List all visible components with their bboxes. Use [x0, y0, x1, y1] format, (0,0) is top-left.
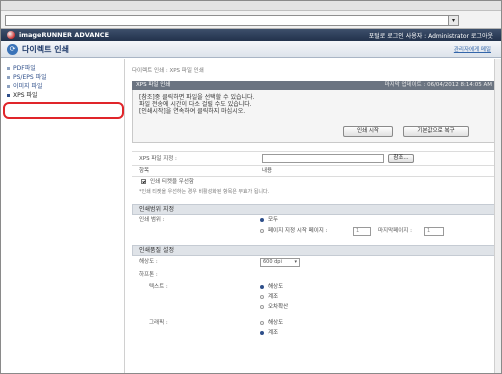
selection-highlight: [3, 102, 124, 119]
ticket-row: 인쇄 티켓을 우선함: [132, 176, 496, 187]
text-resolution-option[interactable]: 해상도: [260, 283, 283, 292]
text-error-diffusion-option[interactable]: 오차확산: [260, 303, 288, 312]
column-header-row: 항목 내용: [132, 165, 496, 176]
address-bar: ▾: [1, 11, 501, 29]
text-halftone-row: 텍스트 : 해상도 계조 오차확산: [132, 281, 496, 314]
sidebar-item-ps-eps[interactable]: PS/EPS 파일: [1, 73, 124, 82]
brand-logo-icon: [7, 31, 15, 39]
ticket-note: *인쇄 티켓을 우선하는 경우 비활성화된 항목은 무효가 됩니다.: [139, 189, 270, 195]
halftone-row: 하프톤 :: [132, 270, 496, 281]
brand-bar: imageRUNNER ADVANCE 포털로 로그인 사용자 : Admini…: [1, 29, 501, 41]
sidebar-item-xps[interactable]: XPS 파일: [1, 91, 124, 100]
browser-window: ▾ imageRUNNER ADVANCE 포털로 로그인 사용자 : Admi…: [0, 0, 502, 374]
print-range-section: 인쇄범위 지정: [132, 204, 496, 215]
last-update: 마지막 업데이트 : 06/04/2012 8:14:05 AM: [384, 82, 492, 88]
ticket-note-row: *인쇄 티켓을 우선하는 경우 비활성화된 항목은 무효가 됩니다.: [132, 187, 496, 198]
sidebar-item-pdf[interactable]: PDF파일: [1, 64, 124, 73]
address-input[interactable]: ▾: [5, 15, 459, 26]
bullet-icon: [7, 85, 10, 88]
halftone-label: 하프톤 :: [139, 272, 158, 278]
text-error-diffusion-radio[interactable]: [260, 304, 264, 309]
range-label: 인쇄 범위 :: [139, 217, 165, 223]
message-line: [인쇄시작]을 연속하여 클릭하지 마십시오.: [139, 108, 246, 115]
range-all-option[interactable]: 모두: [260, 216, 278, 225]
text-label: 텍스트 :: [149, 284, 168, 290]
resolution-row: 해상도 : 600 dpi ▾: [132, 256, 496, 270]
breadcrumb: 다이렉트 인쇄 : XPS 파일 인쇄: [132, 68, 204, 74]
text-gradation-radio[interactable]: [260, 294, 264, 299]
panel-header: XPS 파일 인쇄 마지막 업데이트 : 06/04/2012 8:14:05 …: [132, 81, 496, 90]
resolution-label: 해상도 :: [139, 259, 158, 265]
resolution-select[interactable]: 600 dpi ▾: [260, 258, 300, 267]
graphics-gradation-radio[interactable]: [260, 330, 264, 335]
graphics-label: 그래픽 :: [149, 320, 168, 326]
print-range-row: 인쇄 범위 : 모두 페이지 지정 시작 페이지 : 1 마지막페이지 : 1: [132, 215, 496, 239]
message-box: [참조]중 클릭하면 파일을 선택할 수 있습니다. 파일 전송에 시간이 다소…: [132, 90, 496, 143]
range-end-input[interactable]: 1: [424, 227, 444, 236]
ticket-label: 인쇄 티켓을 우선함: [150, 179, 194, 185]
print-quality-section: 인쇄품질 설정: [132, 245, 496, 256]
col-content-header: 내용: [262, 168, 273, 174]
file-select-row: XPS 파일 지정 : 참조...: [132, 151, 496, 165]
message-line: [참조]중 클릭하면 파일을 선택할 수 있습니다.: [139, 94, 255, 101]
range-end-label: 마지막페이지 :: [378, 228, 412, 234]
graphics-resolution-option[interactable]: 해상도: [260, 319, 283, 328]
chevron-down-icon: ▾: [294, 259, 297, 265]
sidebar: PDF파일 PS/EPS 파일 이미지 파일 XPS 파일: [1, 59, 125, 373]
page-title-bar: ⟳ 다이렉트 인쇄 관리자에게 메일: [1, 41, 501, 58]
range-pages-radio[interactable]: [260, 228, 264, 233]
print-start-button[interactable]: 인쇄 시작: [343, 126, 393, 137]
file-path-input[interactable]: [262, 154, 384, 163]
brand-name: imageRUNNER ADVANCE: [19, 31, 110, 39]
admin-mail-link[interactable]: 관리자에게 메일: [454, 45, 491, 53]
address-dropdown-icon[interactable]: ▾: [448, 15, 459, 26]
graphics-halftone-row: 그래픽 : 해상도 계조: [132, 318, 496, 342]
page-title: 다이렉트 인쇄: [22, 45, 69, 54]
range-pages-option[interactable]: 페이지 지정 시작 페이지 :: [260, 227, 327, 236]
browser-top-bar: [1, 1, 501, 11]
range-all-radio[interactable]: [260, 217, 264, 222]
file-label: XPS 파일 지정 :: [139, 156, 177, 162]
reset-defaults-button[interactable]: 기본값으로 복구: [403, 126, 469, 137]
col-item-header: 항목: [139, 168, 150, 174]
range-start-input[interactable]: 1: [353, 227, 371, 236]
bullet-icon: [7, 94, 10, 97]
text-gradation-option[interactable]: 계조: [260, 293, 278, 302]
message-line: 파일 전송에 시간이 다소 걸릴 수도 있습니다.: [139, 101, 252, 108]
graphics-gradation-option[interactable]: 계조: [260, 329, 278, 338]
browse-button[interactable]: 참조...: [388, 154, 414, 163]
direct-print-icon: ⟳: [7, 44, 18, 55]
sidebar-item-image[interactable]: 이미지 파일: [1, 82, 124, 91]
bullet-icon: [7, 76, 10, 79]
panel-title: XPS 파일 인쇄: [136, 82, 171, 88]
graphics-resolution-radio[interactable]: [260, 320, 264, 325]
vertical-scrollbar[interactable]: [494, 59, 501, 373]
ticket-checkbox[interactable]: [141, 179, 146, 184]
text-resolution-radio[interactable]: [260, 284, 264, 289]
main-content: 다이렉트 인쇄 : XPS 파일 인쇄 XPS 파일 인쇄 마지막 업데이트 :…: [132, 59, 496, 373]
bullet-icon: [7, 67, 10, 70]
login-user-info[interactable]: 포털로 로그인 사용자 : Administrator 로그아웃: [369, 31, 493, 40]
